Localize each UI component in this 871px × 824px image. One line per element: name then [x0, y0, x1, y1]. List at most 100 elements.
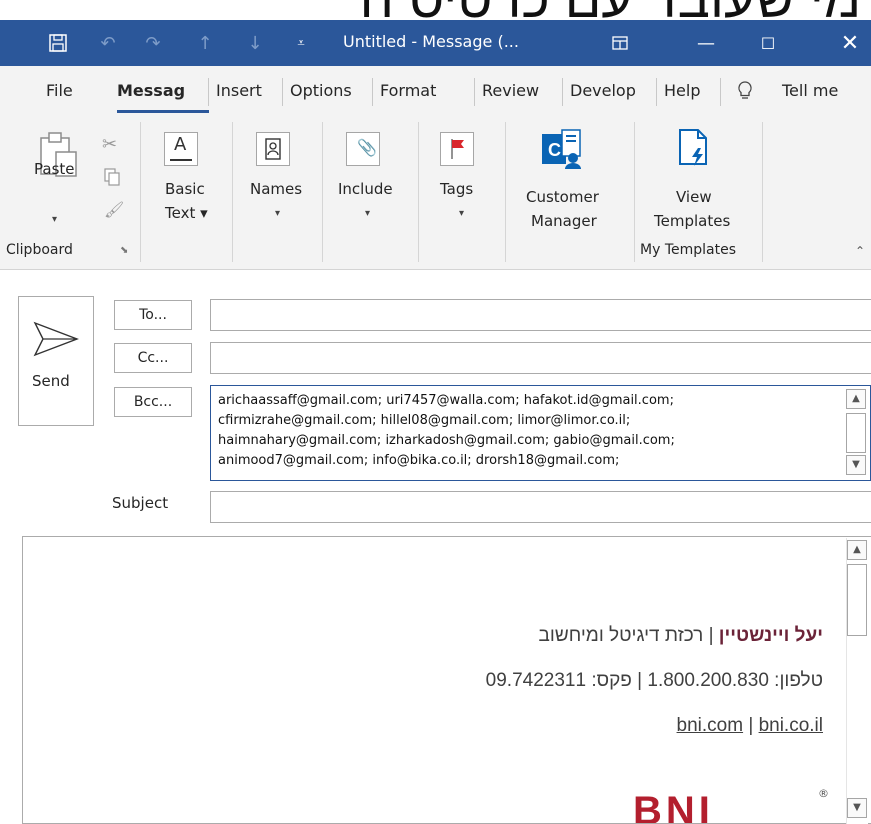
tab-separator	[656, 78, 657, 106]
lightbulb-icon[interactable]	[737, 81, 753, 105]
message-body[interactable]: יעל ויינשטיין | רכזת דיגיטל ומיחשוב טלפו…	[22, 536, 871, 824]
paste-dropdown-icon[interactable]: ▾	[52, 214, 57, 225]
include-dropdown-icon[interactable]: ▾	[365, 208, 370, 219]
view-templates-label[interactable]: View	[676, 188, 712, 206]
format-painter-icon[interactable]: 🖌	[104, 200, 124, 219]
include-label[interactable]: Include	[338, 180, 393, 198]
tab-insert[interactable]: Insert	[216, 81, 262, 100]
send-button[interactable]	[18, 296, 94, 426]
paste-label[interactable]: Paste	[34, 160, 75, 178]
scroll-up-icon[interactable]: ▲	[847, 540, 867, 560]
names-label[interactable]: Names	[250, 180, 302, 198]
down-arrow-icon[interactable]: ↓	[240, 20, 270, 66]
scroll-down-icon[interactable]: ▼	[847, 798, 867, 818]
signature-name: יעל ויינשטיין	[718, 625, 823, 646]
link-bni-co-il[interactable]: bni.co.il	[759, 715, 823, 736]
maximize-icon[interactable]: ☐	[748, 20, 788, 66]
registered-mark: ®	[818, 787, 829, 800]
svg-text:C: C	[548, 140, 561, 160]
bcc-line: arichaassaff@gmail.com; uri7457@walla.co…	[218, 393, 674, 408]
bcc-line: animood7@gmail.com; info@bika.co.il; dro…	[218, 453, 620, 468]
tab-file[interactable]: File	[46, 81, 73, 100]
names-dropdown-icon[interactable]: ▾	[275, 208, 280, 219]
tab-separator	[720, 78, 721, 106]
group-separator	[232, 122, 233, 262]
to-field[interactable]	[210, 299, 871, 331]
flag-icon[interactable]	[440, 132, 474, 166]
customer-manager-label[interactable]: Customer	[526, 188, 599, 206]
group-separator	[418, 122, 419, 262]
minimize-icon[interactable]: —	[686, 20, 726, 66]
basic-text-label-2[interactable]: Text ▾	[165, 204, 208, 222]
view-templates-label-2[interactable]: Templates	[654, 212, 730, 230]
up-arrow-icon[interactable]: ↑	[190, 20, 220, 66]
group-separator	[322, 122, 323, 262]
bcc-button[interactable]: Bcc...	[114, 387, 192, 417]
ribbon-display-icon[interactable]	[600, 20, 640, 66]
bcc-scrollbar[interactable]: ▲ ▼	[846, 387, 868, 479]
redo-icon[interactable]: ↷	[138, 20, 168, 66]
save-icon[interactable]	[38, 20, 78, 66]
scroll-down-icon[interactable]: ▼	[846, 455, 866, 475]
cc-field[interactable]	[210, 342, 871, 374]
tab-separator	[282, 78, 283, 106]
basic-text-icon[interactable]: A	[164, 132, 198, 166]
tab-separator	[372, 78, 373, 106]
undo-icon[interactable]: ↶	[93, 20, 123, 66]
bcc-line: cfirmizrahe@gmail.com; hillel08@gmail.co…	[218, 413, 631, 428]
link-bni-com[interactable]: bni.com	[677, 715, 744, 736]
copy-icon[interactable]	[104, 168, 120, 190]
ribbon: Paste ▾ ✂ 🖌 Clipboard ⬊ A Basic Text ▾ N…	[0, 118, 871, 270]
group-clipboard-label: Clipboard	[6, 242, 73, 258]
tab-separator	[562, 78, 563, 106]
title-bar: ↶ ↷ ↑ ↓ ⩡ Untitled - Message (... — ☐ ✕	[0, 20, 871, 66]
signature-name-line: יעל ויינשטיין | רכזת דיגיטל ומיחשוב	[539, 625, 823, 647]
customize-toolbar-icon[interactable]: ⩡	[289, 20, 313, 66]
send-label[interactable]: Send	[32, 372, 70, 390]
to-button[interactable]: To...	[114, 300, 192, 330]
bni-logo: BNI	[633, 789, 714, 824]
tab-separator	[474, 78, 475, 106]
scroll-thumb[interactable]	[846, 413, 866, 453]
tab-options[interactable]: Options	[290, 81, 352, 100]
bcc-line: haimnahary@gmail.com; izharkadosh@gmail.…	[218, 433, 675, 448]
tab-message[interactable]: Messag	[117, 81, 185, 100]
view-templates-icon[interactable]	[676, 128, 712, 172]
tab-format[interactable]: Format	[380, 81, 436, 100]
attach-icon[interactable]: 📎	[346, 132, 380, 166]
menu-bar: File Messag Insert Options Format Review…	[0, 66, 871, 118]
basic-text-label[interactable]: Basic	[165, 180, 205, 198]
customer-manager-label-2[interactable]: Manager	[531, 212, 597, 230]
scroll-up-icon[interactable]: ▲	[846, 389, 866, 409]
subject-field[interactable]	[210, 491, 871, 523]
subject-label: Subject	[112, 494, 169, 512]
tab-help[interactable]: Help	[664, 81, 700, 100]
close-icon[interactable]: ✕	[830, 20, 870, 66]
link-separator: |	[743, 715, 759, 736]
top-banner: מי שעובד עם כרטיס ה	[0, 0, 871, 20]
signature-links: bni.com | bni.co.il	[677, 715, 823, 737]
banner-text: מי שעובד עם כרטיס ה	[360, 0, 861, 20]
signature-phone: טלפון: 1.800.200.830 | פקס: 09.7422311	[485, 670, 823, 691]
body-scrollbar[interactable]: ▲ ▼	[846, 538, 868, 824]
send-icon	[33, 321, 79, 357]
cut-icon[interactable]: ✂	[102, 134, 117, 155]
collapse-ribbon-icon[interactable]: ⌃	[855, 244, 865, 258]
active-tab-underline	[117, 110, 209, 113]
group-separator	[762, 122, 763, 262]
tab-review[interactable]: Review	[482, 81, 539, 100]
window-title: Untitled - Message (...	[343, 32, 519, 51]
tags-label[interactable]: Tags	[440, 180, 473, 198]
customer-manager-icon[interactable]: C	[540, 128, 582, 174]
scroll-thumb[interactable]	[847, 564, 867, 636]
address-book-icon[interactable]	[256, 132, 290, 166]
tags-dropdown-icon[interactable]: ▾	[459, 208, 464, 219]
cc-button[interactable]: Cc...	[114, 343, 192, 373]
tab-separator	[208, 78, 209, 106]
group-separator	[634, 122, 635, 262]
tab-tell-me[interactable]: Tell me	[782, 81, 838, 100]
tab-develop[interactable]: Develop	[570, 81, 636, 100]
signature-role: | רכזת דיגיטל ומיחשוב	[538, 625, 719, 646]
group-separator	[505, 122, 506, 262]
dialog-launcher-icon[interactable]: ⬊	[120, 245, 128, 256]
